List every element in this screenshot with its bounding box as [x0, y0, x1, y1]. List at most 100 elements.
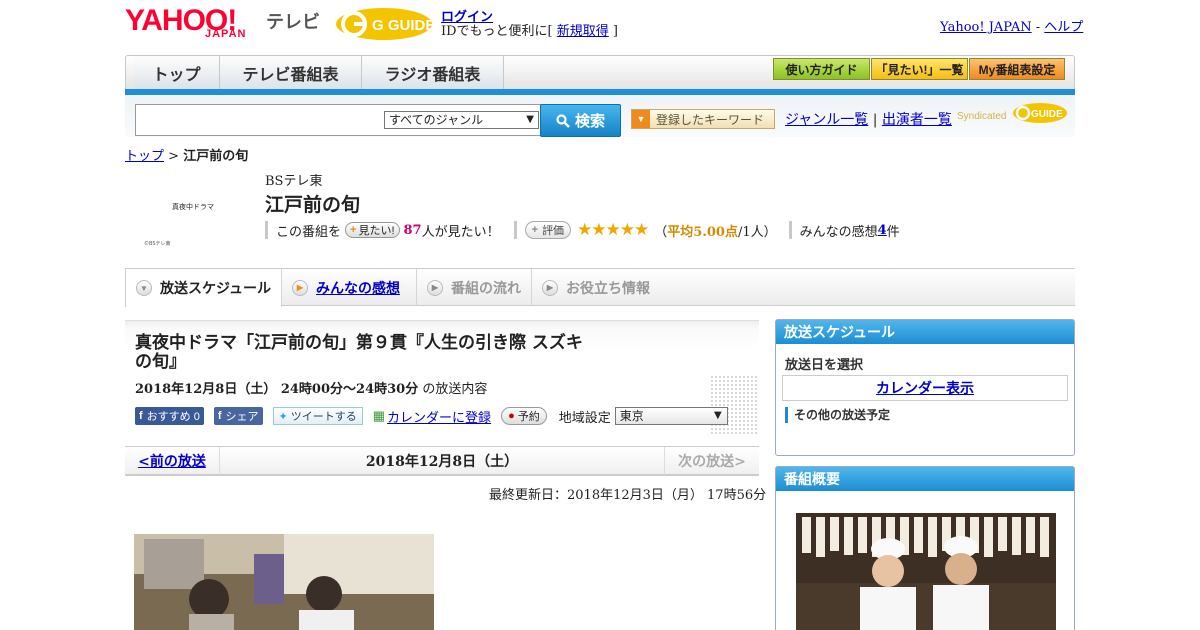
- performer-list-link[interactable]: 出演者一覧: [882, 112, 952, 128]
- facebook-icon: f: [139, 410, 143, 422]
- breadcrumb-top-link[interactable]: トップ: [125, 149, 164, 164]
- calendar-display-link[interactable]: カレンダー表示: [876, 378, 974, 398]
- main-nav: トップ テレビ番組表 ラジオ番組表 使い方ガイド 「見たい!」一覧 My番組表設…: [125, 55, 1075, 89]
- calendar-add-icon: ▦: [372, 408, 386, 423]
- want-button-label: 見たい!: [358, 225, 395, 237]
- syndicated-gguide-logo: GUIDE: [1013, 103, 1067, 123]
- nav-tab-tv-schedule[interactable]: テレビ番組表: [220, 56, 362, 89]
- other-broadcasts-label: その他の放送予定: [785, 407, 1074, 423]
- region-label: 地域設定: [558, 410, 611, 426]
- tab-broadcast-schedule[interactable]: ▼ 放送スケジュール: [125, 269, 282, 307]
- program-meta: この番組を + 見たい! 87 人が見たい！ + 評価 ★★★★★ （平均5.00点 /…: [265, 220, 900, 240]
- program-thumbnail-credit: ©BSテレ東: [144, 240, 171, 247]
- rate-button[interactable]: + 評価: [524, 221, 572, 239]
- my-schedule-settings-button[interactable]: My番組表設定: [969, 58, 1065, 80]
- last-updated: 最終更新日：2018年12月3日（月） 17時56分: [489, 488, 767, 503]
- breadcrumb: トップ > 江戸前の旬: [125, 145, 248, 164]
- reviews-unit: 件: [886, 224, 900, 240]
- station-name: BSテレ東: [265, 174, 323, 189]
- region-select[interactable]: 東京 ▼: [614, 407, 728, 425]
- program-title: 江戸前の旬: [265, 194, 361, 216]
- search-button-label: 検索: [574, 113, 605, 130]
- sidebar-summary-box: 番組概要: [775, 466, 1075, 630]
- day-navigation: <前の放送 2018年12月8日（土） 次の放送>: [125, 446, 759, 476]
- reviews-count-link[interactable]: 4: [878, 223, 887, 238]
- calendar-register-link[interactable]: カレンダーに登録: [387, 407, 491, 426]
- play-icon: ▶: [542, 279, 558, 296]
- episode-scene-photo: [134, 534, 434, 630]
- facebook-share-label: シェア: [225, 411, 259, 423]
- program-thumbnail: 真夜中ドラマ ©BSテレ東: [140, 180, 240, 260]
- facebook-share-button[interactable]: f シェア: [213, 407, 263, 425]
- reserve-button[interactable]: ● 予約: [501, 407, 547, 425]
- divider: [788, 221, 792, 239]
- gguide-logo: G GUIDE: [336, 8, 434, 40]
- want-suffix: 人が見たい！: [421, 224, 500, 240]
- divider: [513, 221, 517, 239]
- tweet-button[interactable]: ✦ ツイートする: [272, 407, 363, 425]
- facebook-recommend-button[interactable]: f おすすめ 0: [135, 407, 204, 425]
- avg-open: （: [654, 224, 668, 240]
- plus-icon: +: [531, 224, 539, 236]
- calendar-box: カレンダー表示: [782, 375, 1068, 401]
- rating-stars: ★★★★★: [577, 220, 649, 240]
- chevron-down-icon: ▼: [526, 114, 534, 125]
- play-icon: ▶: [427, 279, 443, 296]
- syndicated-logo-text: GUIDE: [1031, 109, 1063, 120]
- genre-select[interactable]: すべてのジャンル ▼: [384, 111, 539, 129]
- prev-broadcast-link[interactable]: <前の放送: [125, 447, 220, 475]
- want-list-button[interactable]: 「見たい!」一覧: [871, 58, 968, 80]
- play-icon: ▶: [292, 279, 308, 296]
- tab-program-flow[interactable]: ▶ 番組の流れ: [417, 269, 532, 306]
- usage-guide-button[interactable]: 使い方ガイド: [773, 58, 870, 80]
- dropdown-triangle-icon: ▼: [632, 110, 650, 128]
- sidebar-summary-title: 番組概要: [776, 467, 1074, 491]
- nav-tab-radio-schedule[interactable]: ラジオ番組表: [362, 56, 504, 89]
- help-link[interactable]: ヘルプ: [1044, 20, 1083, 35]
- search-button[interactable]: 検索: [540, 104, 621, 137]
- facebook-recommend-label: おすすめ 0: [146, 411, 200, 423]
- register-link[interactable]: 新規取得: [557, 24, 609, 39]
- reserve-label: 予約: [517, 411, 540, 423]
- want-prefix: この番組を: [276, 224, 342, 240]
- tab-label: 番組の流れ: [451, 279, 521, 296]
- episode-date: 2018年12月8日（土） 24時00分～24時30分 の放送内容: [135, 378, 487, 397]
- social-row: f おすすめ 0 f シェア ✦ ツイートする ▦ カレンダーに登録 ● 予約 地域設定 …: [135, 406, 728, 426]
- avg-close: /1人）: [737, 224, 777, 240]
- top-right-separator: -: [1031, 20, 1045, 35]
- next-broadcast-link: 次の放送>: [664, 447, 759, 475]
- nav-tab-top[interactable]: トップ: [134, 56, 220, 89]
- login-sub-suffix: ]: [608, 24, 618, 39]
- search-icon: [556, 113, 570, 128]
- breadcrumb-current: 江戸前の旬: [183, 149, 249, 164]
- tab-useful-info[interactable]: ▶ お役立ち情報: [532, 269, 662, 306]
- program-tabs: ▼ 放送スケジュール ▶ みんなの感想 ▶ 番組の流れ ▶ お役立ち情報: [125, 268, 1075, 307]
- chevron-down-icon: ▼: [714, 410, 722, 421]
- search-links-divider: |: [868, 112, 882, 128]
- want-to-watch-button[interactable]: + 見たい!: [345, 222, 400, 238]
- gguide-logo-text: G GUIDE: [372, 17, 434, 34]
- breadcrumb-separator: >: [164, 149, 184, 164]
- divider: [265, 221, 268, 239]
- average-score: 平均5.00点: [667, 224, 738, 240]
- genre-select-value: すべてのジャンル: [389, 113, 484, 127]
- episode-title: 真夜中ドラマ「江戸前の旬」第９貫『人生の引き際 スズキの旬』: [135, 333, 583, 372]
- top-right-links: Yahoo! JAPAN - ヘルプ: [940, 16, 1083, 35]
- tab-label: 放送スケジュール: [160, 280, 272, 296]
- genre-list-link[interactable]: ジャンル一覧: [785, 112, 868, 128]
- sidebar-schedule-title: 放送スケジュール: [776, 320, 1074, 344]
- tab-label: お役立ち情報: [566, 279, 650, 296]
- dot-pattern: [710, 375, 758, 435]
- select-date-label: 放送日を選択: [785, 357, 864, 372]
- yahoo-japan-label: JAPAN: [205, 28, 247, 40]
- login-sub-prefix: IDでもっと便利に[: [441, 24, 557, 39]
- program-thumbnail-text: 真夜中ドラマ: [172, 202, 214, 211]
- episode-date-suffix: の放送内容: [418, 382, 488, 397]
- yahoo-japan-link[interactable]: Yahoo! JAPAN: [940, 20, 1032, 35]
- tv-label[interactable]: テレビ: [266, 8, 320, 34]
- rate-button-label: 評価: [542, 225, 565, 237]
- clock-icon: ●: [508, 410, 515, 422]
- tab-everyone-reviews[interactable]: ▶ みんなの感想: [282, 269, 417, 306]
- search-links: ジャンル一覧 | 出演者一覧: [785, 109, 952, 129]
- registered-keyword-button[interactable]: ▼ 登録したキーワード: [631, 109, 775, 129]
